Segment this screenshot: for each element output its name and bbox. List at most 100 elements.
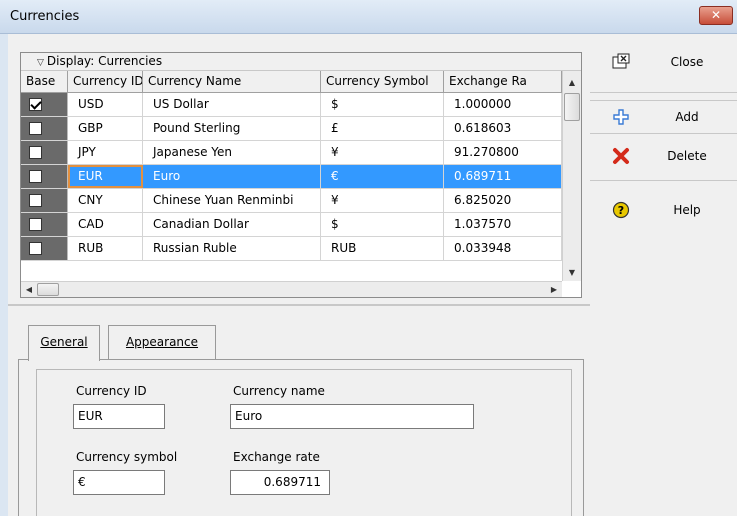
currency-symbol-cell[interactable]: $ [321, 93, 444, 116]
currency-name-label: Currency name [233, 384, 325, 398]
delete-x-icon [612, 147, 630, 165]
scroll-down-arrow-icon[interactable]: ▼ [563, 264, 581, 281]
exchange-rate-label: Exchange rate [233, 450, 320, 464]
base-checkbox-cell[interactable] [21, 213, 68, 236]
currency-symbol-cell[interactable]: ¥ [321, 189, 444, 212]
currency-id-cell[interactable]: RUB [68, 237, 143, 260]
base-checkbox-cell[interactable] [21, 237, 68, 260]
close-button-label: Close [670, 55, 704, 69]
base-checkbox[interactable] [29, 242, 42, 255]
exchange-rate-cell[interactable]: 0.033948 [444, 237, 562, 260]
scroll-up-arrow-icon[interactable]: ▲ [563, 74, 581, 91]
currency-name-cell[interactable]: Chinese Yuan Renminbi [143, 189, 321, 212]
close-window-icon [612, 53, 630, 71]
toolbar-separator [590, 92, 737, 93]
currency-symbol-cell[interactable]: RUB [321, 237, 444, 260]
table-row[interactable]: USD US Dollar $1.000000 [21, 93, 562, 117]
exchange-rate-cell[interactable]: 6.825020 [444, 189, 562, 212]
help-button[interactable]: ? Help [590, 194, 737, 228]
base-checkbox-cell[interactable] [21, 93, 68, 116]
vertical-scroll-thumb[interactable] [564, 93, 580, 121]
currency-name-cell[interactable]: Pound Sterling [143, 117, 321, 140]
delete-button-label: Delete [667, 149, 707, 163]
title-bar: Currencies ✕ [0, 0, 737, 34]
exchange-rate-cell[interactable]: 0.618603 [444, 117, 562, 140]
column-header-currency-symbol[interactable]: Currency Symbol [321, 71, 444, 92]
action-toolbar: Close Add Delete ? Help [590, 44, 737, 516]
exchange-rate-cell[interactable]: 1.037570 [444, 213, 562, 236]
horizontal-scrollbar[interactable]: ◀ ▶ [21, 281, 562, 297]
currency-name-cell[interactable]: Japanese Yen [143, 141, 321, 164]
base-checkbox[interactable] [29, 146, 42, 159]
currency-symbol-cell[interactable]: € [321, 165, 444, 188]
column-header-exchange-rate[interactable]: Exchange Ra [444, 71, 562, 92]
currency-name-cell[interactable]: Canadian Dollar [143, 213, 321, 236]
scroll-left-arrow-icon[interactable]: ◀ [21, 282, 37, 297]
currency-name-field[interactable]: Euro [230, 404, 474, 429]
table-row[interactable]: RUB Russian Ruble RUB 0.033948 [21, 237, 562, 261]
base-checkbox[interactable] [29, 98, 42, 111]
base-checkbox-cell[interactable] [21, 117, 68, 140]
delete-button[interactable]: Delete [590, 140, 737, 174]
table-row[interactable]: CNY Chinese Yuan Renminbi ¥6.825020 [21, 189, 562, 213]
currency-id-cell[interactable]: EUR [68, 165, 143, 188]
currency-id-label: Currency ID [76, 384, 147, 398]
base-checkbox-cell[interactable] [21, 165, 68, 188]
column-header-base[interactable]: Base [21, 71, 68, 92]
panel-divider [8, 304, 590, 306]
table-row[interactable]: GBP Pound Sterling £0.618603 [21, 117, 562, 141]
svg-text:?: ? [618, 204, 624, 217]
collapse-chevron-icon[interactable]: ▽ [37, 58, 44, 68]
horizontal-scroll-thumb[interactable] [37, 283, 59, 296]
exchange-rate-field[interactable]: 0.689711 [230, 470, 330, 495]
table-row[interactable]: JPY Japanese Yen ¥91.270800 [21, 141, 562, 165]
currency-id-cell[interactable]: CNY [68, 189, 143, 212]
exchange-rate-cell[interactable]: 91.270800 [444, 141, 562, 164]
vertical-scrollbar[interactable]: ▲ ▼ [562, 71, 581, 281]
help-button-label: Help [673, 203, 701, 217]
help-question-icon: ? [612, 201, 630, 219]
base-checkbox-cell[interactable] [21, 141, 68, 164]
currency-name-cell[interactable]: Euro [143, 165, 321, 188]
scroll-right-arrow-icon[interactable]: ▶ [546, 282, 562, 297]
column-header-currency-name[interactable]: Currency Name [143, 71, 321, 92]
add-plus-icon [612, 108, 630, 126]
table-row[interactable]: EUR Euro €0.689711 [21, 165, 562, 189]
currency-id-cell[interactable]: GBP [68, 117, 143, 140]
currency-symbol-cell[interactable]: $ [321, 213, 444, 236]
base-checkbox[interactable] [29, 218, 42, 231]
grid-caption-text: Display: Currencies [46, 54, 163, 68]
grid-body: USD US Dollar $1.000000 GBP Pound Sterling £0… [21, 93, 562, 261]
currency-id-cell[interactable]: JPY [68, 141, 143, 164]
currency-symbol-label: Currency symbol [76, 450, 178, 464]
currency-symbol-cell[interactable]: ¥ [321, 141, 444, 164]
window-close-button[interactable]: ✕ [699, 6, 733, 25]
currency-symbol-cell[interactable]: £ [321, 117, 444, 140]
close-button[interactable]: Close [590, 46, 737, 80]
table-row[interactable]: CAD Canadian Dollar $1.037570 [21, 213, 562, 237]
column-header-currency-id[interactable]: Currency ID [68, 71, 143, 92]
tab-general-label: General [40, 335, 88, 349]
base-checkbox[interactable] [29, 122, 42, 135]
add-button[interactable]: Add [590, 100, 737, 134]
currency-name-cell[interactable]: US Dollar [143, 93, 321, 116]
exchange-rate-cell[interactable]: 0.689711 [444, 165, 562, 188]
currency-symbol-field[interactable]: € [73, 470, 165, 495]
grid-header: Base Currency ID Currency Name Currency … [21, 71, 562, 93]
base-checkbox-cell[interactable] [21, 189, 68, 212]
grid-caption[interactable]: ▽ Display: Currencies [21, 53, 581, 71]
tab-appearance-label: Appearance [125, 335, 199, 349]
currency-id-cell[interactable]: USD [68, 93, 143, 116]
exchange-rate-cell[interactable]: 1.000000 [444, 93, 562, 116]
tab-general[interactable]: General [28, 325, 100, 361]
base-checkbox[interactable] [29, 170, 42, 183]
add-button-label: Add [675, 110, 699, 124]
currency-name-cell[interactable]: Russian Ruble [143, 237, 321, 260]
currency-id-cell[interactable]: CAD [68, 213, 143, 236]
window-title: Currencies [10, 9, 80, 24]
currency-id-field[interactable]: EUR [73, 404, 165, 429]
toolbar-separator [590, 180, 737, 181]
currency-grid: ▽ Display: Currencies Base Currency ID Cu… [20, 52, 582, 298]
base-checkbox[interactable] [29, 194, 42, 207]
tab-appearance[interactable]: Appearance [108, 325, 216, 359]
